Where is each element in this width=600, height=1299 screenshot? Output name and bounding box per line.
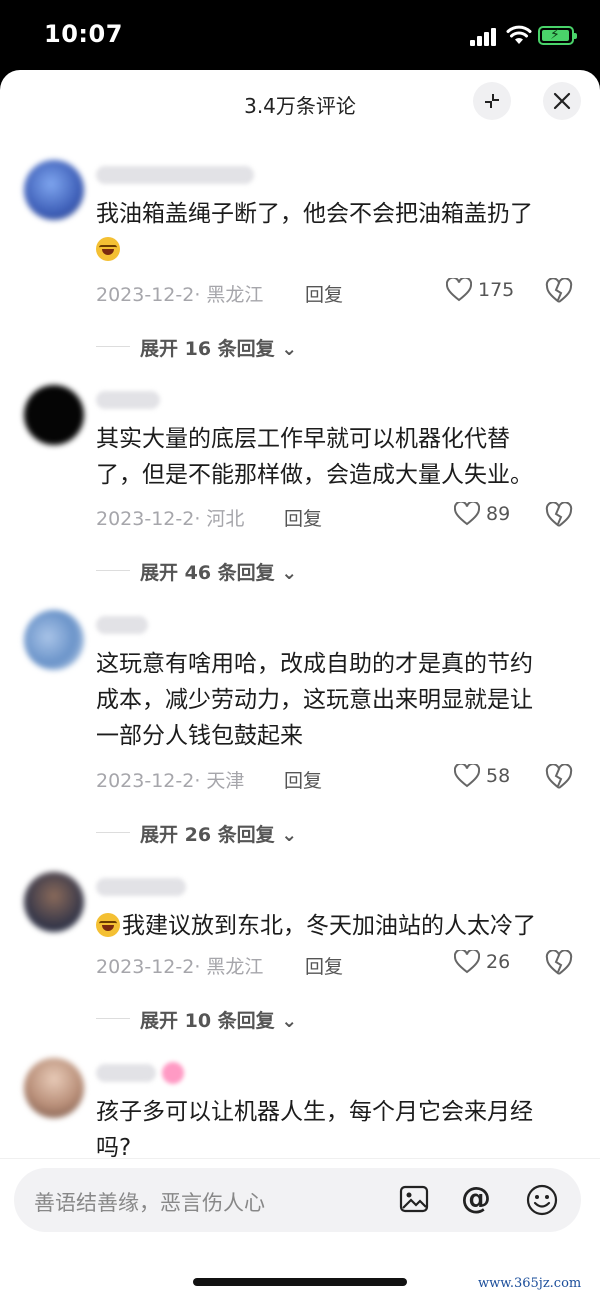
comment-text: 我建议放到东北，冬天加油站的人太冷了 — [96, 908, 576, 944]
collapse-icon — [485, 94, 499, 108]
broken-heart-icon[interactable] — [545, 502, 573, 528]
avatar[interactable] — [24, 1058, 84, 1118]
like-count: 26 — [486, 951, 511, 973]
reply-button[interactable]: 回复 — [305, 952, 343, 979]
username-blurred[interactable] — [96, 616, 148, 634]
comment-text-line: 我油箱盖绳子断了，他会不会把油箱盖扔了 — [96, 201, 533, 227]
heart-icon — [454, 950, 480, 974]
comment-text: 我油箱盖绳子断了，他会不会把油箱盖扔了 — [96, 196, 576, 268]
chevron-down-icon: ⌄ — [281, 1010, 298, 1032]
watermark: www.365jz.com — [478, 1276, 582, 1291]
collapse-button[interactable] — [473, 82, 511, 120]
at-mention-icon[interactable]: @ — [461, 1181, 491, 1216]
avatar[interactable] — [24, 872, 84, 932]
heart-icon — [454, 764, 480, 788]
comment-input[interactable]: 善语结善缘，恶言伤人心 — [34, 1187, 265, 1217]
broken-heart-icon[interactable] — [545, 278, 573, 304]
comment-text-line: 这玩意有啥用哈，改成自助的才是真的节约 — [96, 651, 533, 677]
comment-text-line: 了，但是不能那样做，会造成大量人失业。 — [96, 462, 533, 488]
home-indicator — [193, 1278, 407, 1286]
expand-replies-label: 展开 10 条回复 — [140, 1010, 275, 1032]
comment-meta: 2023-12-2· 河北 — [96, 508, 245, 530]
comment-text-line: 其实大量的底层工作早就可以机器化代替 — [96, 426, 510, 452]
broken-heart-icon[interactable] — [545, 764, 573, 790]
expand-replies-label: 展开 46 条回复 — [140, 562, 275, 584]
like-count: 89 — [486, 503, 511, 525]
comment-meta: 2023-12-2· 黑龙江 — [96, 284, 264, 306]
image-icon[interactable] — [399, 1184, 429, 1214]
comment-text-line: 我建议放到东北，冬天加油站的人太冷了 — [122, 913, 536, 939]
laughing-tears-emoji-icon — [96, 913, 120, 937]
chevron-down-icon: ⌄ — [281, 338, 298, 360]
comment-text-line: 一部分人钱包鼓起来 — [96, 723, 303, 749]
close-button[interactable] — [543, 82, 581, 120]
username-blurred[interactable] — [96, 391, 160, 409]
expand-replies-label: 展开 26 条回复 — [140, 824, 275, 846]
reply-button[interactable]: 回复 — [284, 766, 322, 793]
expand-replies-label: 展开 16 条回复 — [140, 338, 275, 360]
username-blurred[interactable] — [96, 1064, 156, 1082]
heart-icon — [454, 502, 480, 526]
cellular-signal-icon — [470, 28, 498, 46]
comment-text-line: 成本，减少劳动力，这玩意出来明显就是让 — [96, 687, 533, 713]
badge-icon — [162, 1062, 184, 1084]
comment-text-line: 孩子多可以让机器人生，每个月它会来月经 — [96, 1099, 533, 1125]
heart-icon — [446, 278, 472, 302]
comment-text: 其实大量的底层工作早就可以机器化代替 了，但是不能那样做，会造成大量人失业。 — [96, 421, 576, 493]
divider — [96, 1018, 130, 1019]
comment-text: 孩子多可以让机器人生，每个月它会来月经 吗? — [96, 1094, 576, 1166]
broken-heart-icon[interactable] — [545, 950, 573, 976]
chevron-down-icon: ⌄ — [281, 824, 298, 846]
divider — [96, 346, 130, 347]
wifi-icon — [506, 25, 532, 44]
like-count: 175 — [478, 279, 515, 301]
chevron-down-icon: ⌄ — [281, 562, 298, 584]
comment-text: 这玩意有啥用哈，改成自助的才是真的节约 成本，减少劳动力，这玩意出来明显就是让 … — [96, 646, 576, 754]
username-blurred[interactable] — [96, 166, 254, 184]
avatar[interactable] — [24, 610, 84, 670]
close-icon — [553, 92, 571, 110]
avatar[interactable] — [24, 160, 84, 220]
avatar[interactable] — [24, 385, 84, 445]
status-bar: 10:07 ⚡ — [0, 0, 600, 70]
comment-meta: 2023-12-2· 黑龙江 — [96, 956, 264, 978]
status-time: 10:07 — [44, 20, 123, 48]
username-blurred[interactable] — [96, 878, 186, 896]
reply-button[interactable]: 回复 — [305, 280, 343, 307]
divider — [96, 832, 130, 833]
comment-meta: 2023-12-2· 天津 — [96, 770, 245, 792]
emoji-icon[interactable] — [526, 1184, 558, 1216]
like-count: 58 — [486, 765, 511, 787]
battery-charging-icon: ⚡ — [538, 26, 577, 45]
comments-sheet: 3.4万条评论 我油箱盖绳子断了，他会不会把油箱盖扔了 2023-12-2· 黑… — [0, 70, 600, 1299]
comment-input-bar[interactable]: 善语结善缘，恶言伤人心 @ — [14, 1168, 581, 1232]
laughing-tears-emoji-icon — [96, 237, 120, 261]
divider — [96, 570, 130, 571]
reply-button[interactable]: 回复 — [284, 504, 322, 531]
